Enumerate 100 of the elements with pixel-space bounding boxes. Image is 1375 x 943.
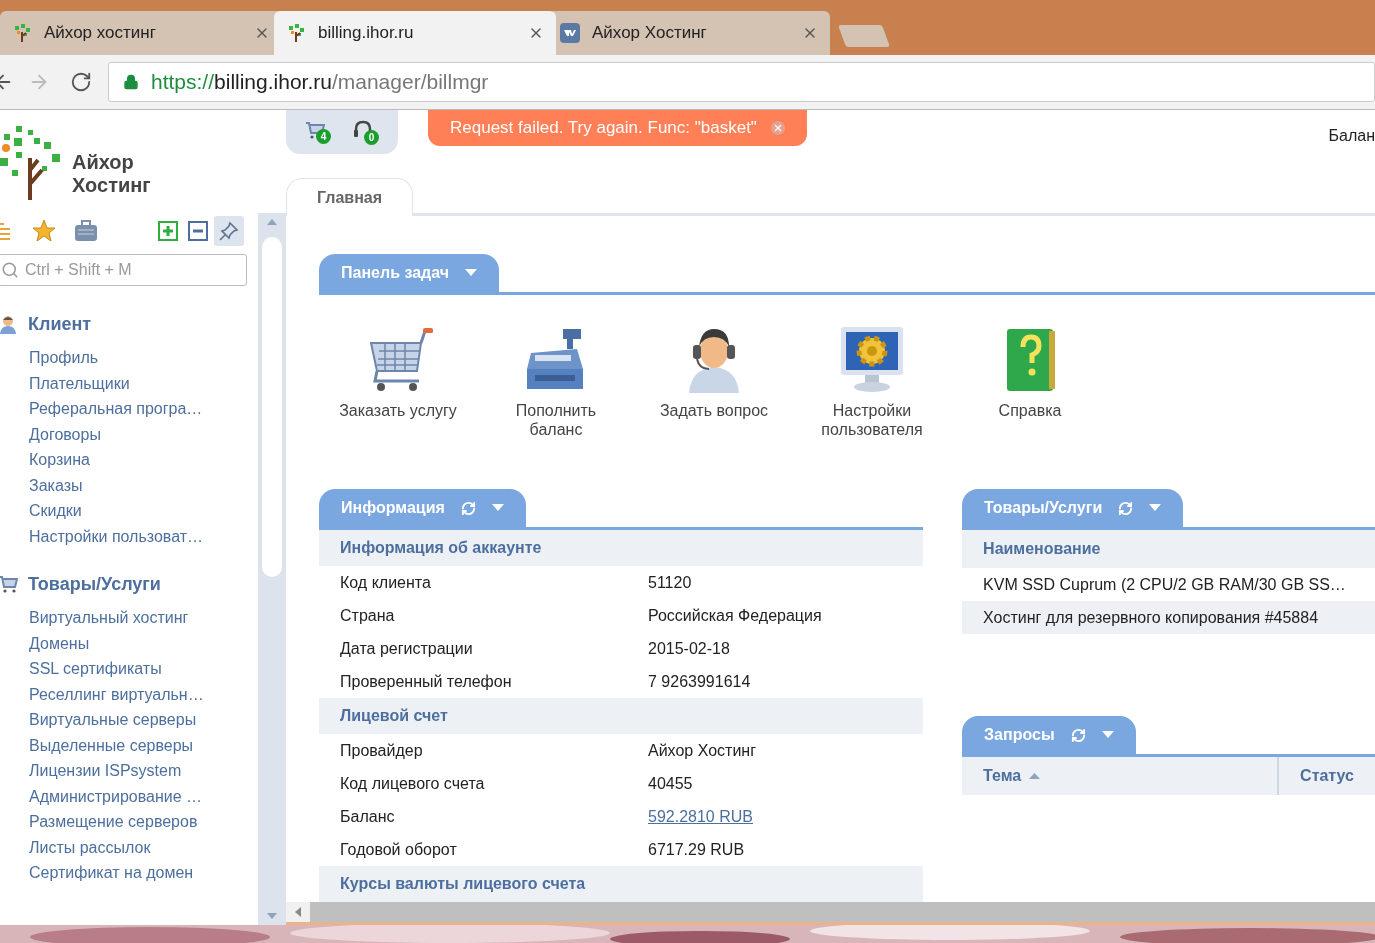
column-title: Статус <box>1300 766 1354 786</box>
task-label: Задать вопрос <box>658 401 770 420</box>
field-value: 2015-02-18 <box>648 638 730 659</box>
field-label: Код лицевого счета <box>340 773 486 794</box>
close-icon <box>772 123 783 133</box>
balance-link[interactable]: 592.2810 RUB <box>648 804 753 829</box>
task-label: Справка <box>997 401 1063 420</box>
nav-link[interactable]: Размещение серверов <box>0 809 258 835</box>
new-tab-button[interactable] <box>838 25 890 47</box>
field-value: Айхор Хостинг <box>648 740 756 761</box>
support-counter-button[interactable]: 0 <box>353 119 379 145</box>
counter-badge: 0 <box>364 129 379 145</box>
cart-counter-button[interactable]: 4 <box>305 120 331 144</box>
scroll-up-icon[interactable] <box>267 219 277 225</box>
page-tab[interactable]: Главная <box>286 178 414 216</box>
table-row[interactable]: Хостинг для резервного копирования #45884 <box>962 601 1375 634</box>
nav-link[interactable]: Реферальная програ… <box>0 396 258 422</box>
section-header: Курсы валюты лицевого счета <box>319 866 924 902</box>
panel-title: Запросы <box>984 725 1055 745</box>
task-shortcut[interactable]: Заказать услугу <box>319 325 477 489</box>
reload-icon[interactable] <box>70 71 92 93</box>
headset-icon <box>353 119 373 140</box>
nav-link[interactable]: Заказы <box>0 472 258 498</box>
section-title[interactable]: Товары/Услуги <box>28 570 161 598</box>
logo-text: Айхор <box>72 151 135 174</box>
task-shortcut[interactable]: Справка <box>951 325 1109 489</box>
nav-link[interactable]: Сертификат на домен <box>0 860 258 886</box>
expand-icon[interactable] <box>158 221 178 241</box>
tab-title: Айхор хостинг <box>44 22 157 45</box>
nav-link[interactable]: Настройки пользоват… <box>0 523 258 549</box>
dropdown-icon[interactable] <box>491 504 504 512</box>
nav-link[interactable]: Плательщики <box>0 370 258 396</box>
balance-label: Балан <box>1328 126 1375 146</box>
field-value: 51120 <box>648 572 692 593</box>
task-shortcut[interactable]: Пополнить баланс <box>477 325 635 489</box>
field-label: Код клиента <box>340 572 432 593</box>
nav-link[interactable]: Корзина <box>0 447 258 473</box>
panel-title: Товары/Услуги <box>984 498 1103 518</box>
logo-text: Хостинг <box>72 174 151 197</box>
field-label: Годовой оборот <box>340 839 458 860</box>
nav-link[interactable]: Скидки <box>0 498 258 524</box>
field-label: Дата регистрации <box>340 638 474 659</box>
pin-button[interactable] <box>214 216 244 246</box>
task-label: Настройки пользователя <box>820 401 924 439</box>
field-label: Баланс <box>340 806 396 827</box>
address-field[interactable]: https://billing.ihor.ru/manager/billmgr <box>108 62 1375 102</box>
field-value: 40455 <box>648 773 693 794</box>
star-icon[interactable] <box>32 219 56 243</box>
field-label: Страна <box>340 605 396 626</box>
pin-icon <box>219 221 239 241</box>
nav-link[interactable]: Листы рассылок <box>0 834 258 860</box>
column-title: Тема <box>983 766 1022 786</box>
nav-link[interactable]: Договоры <box>0 421 258 447</box>
column-header[interactable]: Наименование <box>962 530 1375 568</box>
nav-link[interactable]: Реселлинг виртуальн… <box>0 681 258 707</box>
refresh-icon[interactable] <box>1118 500 1134 516</box>
lock-icon <box>123 74 139 90</box>
nav-link[interactable]: Профиль <box>0 345 258 371</box>
error-message: Request failed. Try again. Func: "basket" <box>450 117 757 140</box>
dropdown-icon[interactable] <box>465 269 477 277</box>
section-title[interactable]: Клиент <box>28 310 92 338</box>
tab-title: billing.ihor.ru <box>318 22 415 45</box>
dropdown-icon[interactable] <box>1101 731 1114 739</box>
search-icon <box>1 261 19 279</box>
task-label: Пополнить баланс <box>514 401 598 439</box>
close-button[interactable] <box>770 121 785 135</box>
task-shortcut[interactable]: Настройки пользователя <box>793 325 951 489</box>
search-field[interactable]: Ctrl + Shift + M <box>0 254 247 286</box>
column-header[interactable]: Тема <box>962 757 1280 795</box>
field-label: Проверенный телефон <box>340 671 513 692</box>
cart-icon <box>0 575 18 593</box>
section-header: Информация об аккаунте <box>319 530 924 566</box>
nav-link[interactable]: Виртуальные серверы <box>0 707 258 733</box>
dropdown-icon[interactable] <box>1149 504 1162 512</box>
refresh-icon[interactable] <box>460 500 476 516</box>
scrollbar-thumb[interactable] <box>262 237 282 577</box>
nav-link[interactable]: Администрирование … <box>0 783 258 809</box>
tree-icon <box>286 23 306 43</box>
browser-tab[interactable]: billing.ihor.ru <box>274 11 556 55</box>
nav-link[interactable]: Выделенные серверы <box>0 732 258 758</box>
user-icon <box>0 314 18 334</box>
collapse-icon[interactable] <box>188 221 208 241</box>
nav-link[interactable]: SSL сертификаты <box>0 656 258 682</box>
horizontal-scrollbar[interactable] <box>310 902 1375 922</box>
vk-icon <box>560 23 580 43</box>
scroll-down-icon[interactable] <box>267 913 277 919</box>
scroll-left-icon[interactable] <box>295 907 301 917</box>
panel-title: Информация <box>341 498 445 518</box>
briefcase-icon[interactable] <box>74 220 98 242</box>
task-label: Заказать услугу <box>338 401 458 420</box>
panel-title: Панель задач <box>341 263 449 283</box>
nav-link[interactable]: Лицензии ISPsystem <box>0 758 258 784</box>
section-header: Лицевой счет <box>319 698 924 734</box>
nav-link[interactable]: Домены <box>0 630 258 656</box>
field-label: Провайдер <box>340 740 424 761</box>
refresh-icon[interactable] <box>1070 727 1086 743</box>
task-shortcut[interactable]: Задать вопрос <box>635 325 793 489</box>
nav-link[interactable]: Виртуальный хостинг <box>0 605 258 631</box>
tab-title: Айхор Хостинг <box>592 22 708 45</box>
column-header[interactable]: Статус <box>1279 757 1375 795</box>
